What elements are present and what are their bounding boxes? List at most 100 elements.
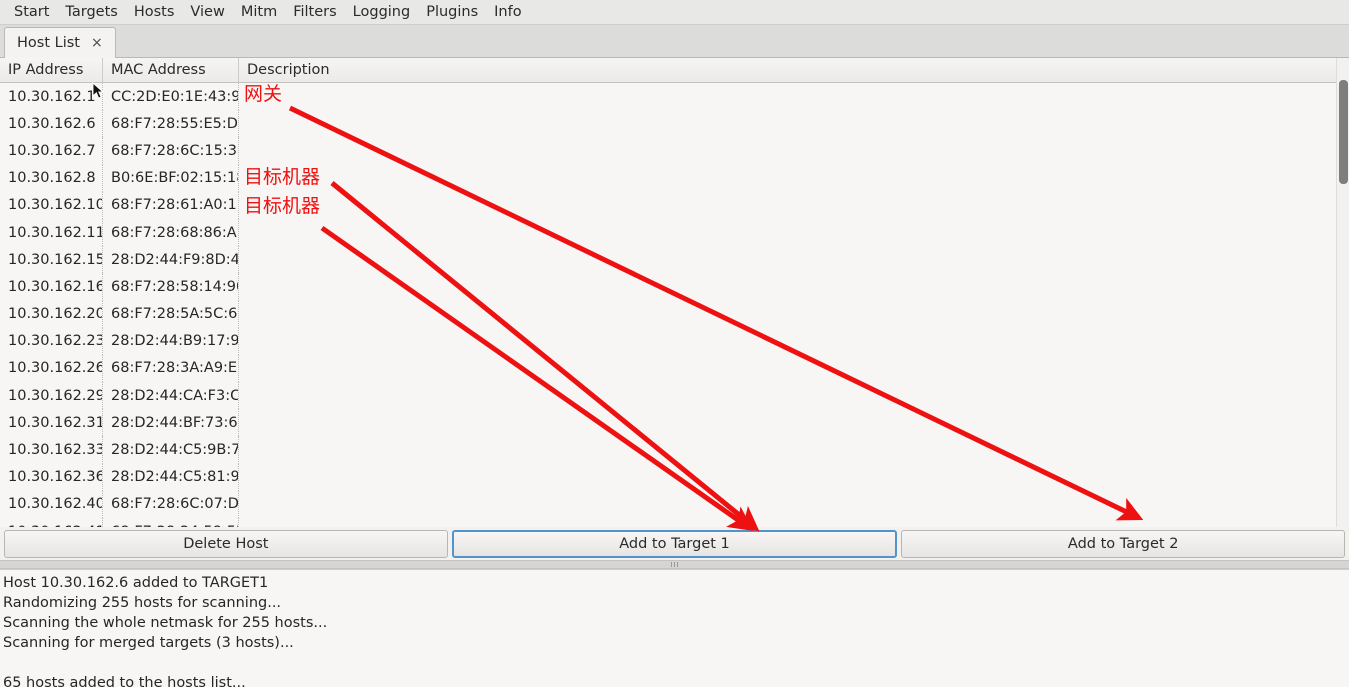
cell-mac: 68:F7:28:5A:5C:66 [103,300,239,328]
table-row[interactable]: 10.30.162.33 28:D2:44:C5:9B:7A [0,436,1349,464]
cell-ip: 10.30.162.40 [0,490,103,518]
ettercap-window: Start Targets Hosts View Mitm Filters Logging P… [0,0,1349,687]
table-row[interactable]: 10.30.162.40 68:F7:28:6C:07:D4 [0,490,1349,518]
cell-mac: 28:D2:44:C5:9B:7A [103,436,239,464]
menu-item-plugins[interactable]: Plugins [418,1,486,23]
cell-mac: CC:2D:E0:1E:43:99 [103,83,239,111]
menu-item-hosts[interactable]: Hosts [126,1,183,23]
cell-mac: 28:D2:44:B9:17:97 [103,327,239,355]
cell-description [239,409,1329,436]
column-header-mac-address[interactable]: MAC Address [103,58,239,82]
cell-mac: 68:F7:28:58:14:90 [103,273,239,301]
cell-description [239,273,1329,300]
add-to-target-1-button[interactable]: Add to Target 1 [451,529,898,558]
table-row[interactable]: 10.30.162.10 68:F7:28:61:A0:1E [0,191,1349,219]
cell-description [239,219,1329,246]
cell-ip: 10.30.162.15 [0,246,103,274]
cell-ip: 10.30.162.6 [0,110,103,138]
cell-description [239,137,1329,164]
cell-mac: 28:D2:44:C5:81:9C [103,463,239,491]
cell-mac: 68:F7:28:68:86:AF [103,218,239,247]
menu-item-info[interactable]: Info [486,1,529,23]
table-row[interactable]: 10.30.162.7 68:F7:28:6C:15:38 [0,137,1349,165]
cell-mac: 68:F7:28:55:E5:D7 [103,110,239,138]
cell-ip: 10.30.162.7 [0,137,103,165]
column-header-ip-address[interactable]: IP Address [0,58,103,82]
cell-description [239,464,1329,491]
log-line: 65 hosts added to the hosts list... [3,675,246,687]
pane-splitter[interactable] [0,560,1349,569]
cell-description [239,436,1329,463]
cell-mac: 68:F7:28:6C:15:38 [103,137,239,165]
splitter-grip [674,562,675,567]
cell-ip: 10.30.162.1 [0,83,103,111]
table-row[interactable]: 10.30.162.23 28:D2:44:B9:17:97 [0,327,1349,355]
tab-strip: Host List × [0,25,1349,58]
cell-ip: 10.30.162.20 [0,300,103,328]
log-line: Randomizing 255 hosts for scanning... [3,595,282,611]
table-row[interactable]: 10.30.162.16 68:F7:28:58:14:90 [0,273,1349,301]
host-list[interactable]: 10.30.162.1 CC:2D:E0:1E:43:99 10.30.162.6 6… [0,83,1349,527]
log-line: Scanning for merged targets (3 hosts)... [3,635,294,651]
cell-description [239,518,1329,527]
menu-item-logging[interactable]: Logging [345,1,419,23]
column-header-description[interactable]: Description [239,58,1339,82]
cell-description [239,382,1329,409]
cell-mac: 68:F7:28:24:58:5D [103,518,239,527]
table-header: IP Address MAC Address Description [0,58,1349,83]
cell-ip: 10.30.162.26 [0,354,103,383]
cell-ip: 10.30.162.10 [0,191,103,219]
table-row[interactable]: 10.30.162.1 CC:2D:E0:1E:43:99 [0,83,1349,111]
splitter-grip [671,562,672,567]
cell-description [239,83,1329,110]
tab-label: Host List [17,35,80,51]
cell-mac: B0:6E:BF:02:15:18 [103,164,239,192]
table-row[interactable]: 10.30.162.29 28:D2:44:CA:F3:C9 [0,382,1349,410]
cell-description [239,192,1329,219]
menu-item-filters[interactable]: Filters [285,1,344,23]
log-pane[interactable]: Host 10.30.162.6 added to TARGET1 Randomi… [0,569,1349,687]
cell-mac: 28:D2:44:F9:8D:49 [103,246,239,274]
cell-mac: 68:F7:28:3A:A9:E7 [103,354,239,383]
menu-item-targets[interactable]: Targets [57,1,125,23]
table-row[interactable]: 10.30.162.31 28:D2:44:BF:73:61 [0,409,1349,437]
cell-description [239,328,1329,355]
cell-ip: 10.30.162.33 [0,436,103,464]
button-bar: Delete Host Add to Target 1 Add to Targe… [0,527,1349,560]
cell-description [239,246,1329,273]
splitter-grip [677,562,678,567]
log-line: Host 10.30.162.6 added to TARGET1 [3,575,269,591]
cell-ip: 10.30.162.16 [0,273,103,301]
log-line: Scanning the whole netmask for 255 hosts… [3,615,328,631]
table-row[interactable]: 10.30.162.6 68:F7:28:55:E5:D7 [0,110,1349,138]
tab-host-list[interactable]: Host List × [4,27,116,58]
add-to-target-2-button[interactable]: Add to Target 2 [901,529,1346,558]
menu-item-start[interactable]: Start [6,1,57,23]
delete-host-button[interactable]: Delete Host [4,529,448,558]
cell-mac: 68:F7:28:61:A0:1E [103,191,239,219]
cell-description [239,301,1329,328]
cell-ip: 10.30.162.23 [0,327,103,355]
table-row[interactable]: 10.30.162.20 68:F7:28:5A:5C:66 [0,300,1349,328]
cell-ip: 10.30.162.41 [0,518,103,527]
table-row[interactable]: 10.30.162.8 B0:6E:BF:02:15:18 [0,164,1349,192]
scrollbar-thumb[interactable] [1339,80,1348,184]
cell-mac: 28:D2:44:CA:F3:C9 [103,382,239,410]
table-row[interactable]: 10.30.162.36 28:D2:44:C5:81:9C [0,463,1349,491]
menu-item-view[interactable]: View [182,1,232,23]
cell-ip: 10.30.162.11 [0,218,103,247]
cell-ip: 10.30.162.31 [0,409,103,437]
menu-item-mitm[interactable]: Mitm [233,1,285,23]
table-row[interactable]: 10.30.162.11 68:F7:28:68:86:AF [0,218,1349,247]
table-row[interactable]: 10.30.162.4168:F7:28:24:58:5D [0,518,1349,527]
table-row[interactable]: 10.30.162.26 68:F7:28:3A:A9:E7 [0,354,1349,383]
cell-ip: 10.30.162.8 [0,164,103,192]
cell-mac: 28:D2:44:BF:73:61 [103,409,239,437]
cell-ip: 10.30.162.29 [0,382,103,410]
cell-mac: 68:F7:28:6C:07:D4 [103,490,239,518]
close-icon[interactable]: × [89,35,105,51]
table-row[interactable]: 10.30.162.15 28:D2:44:F9:8D:49 [0,246,1349,274]
vertical-scrollbar[interactable] [1336,58,1349,527]
cell-description [239,165,1329,192]
